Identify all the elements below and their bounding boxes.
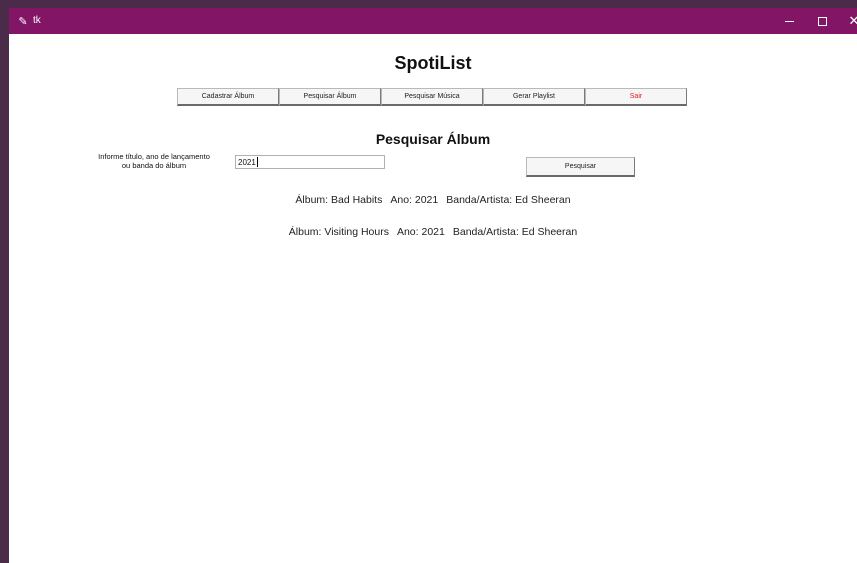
pesquisar-musica-button[interactable]: Pesquisar Música	[381, 88, 483, 106]
close-button[interactable]: ✕	[839, 8, 857, 34]
result-row: Álbum: Bad Habits Ano: 2021 Banda/Artista:…	[9, 194, 857, 206]
section-title: Pesquisar Álbum	[375, 131, 491, 147]
close-icon: ✕	[848, 13, 857, 28]
title-bar: ✎ tk ✕	[9, 8, 857, 34]
result-artist: Banda/Artista: Ed Sheeran	[446, 194, 571, 206]
result-row: Álbum: Visiting Hours Ano: 2021 Banda/Arti…	[9, 226, 857, 238]
maximize-icon	[817, 16, 827, 26]
gerar-playlist-button[interactable]: Gerar Playlist	[483, 88, 585, 106]
app-window: ✎ tk ✕ SpotiList Cadastrar Álbum Pesquis…	[9, 8, 857, 563]
result-year: Ano: 2021	[390, 194, 439, 206]
window-title: tk	[33, 15, 41, 26]
app-title: SpotiList	[394, 53, 472, 73]
result-artist: Banda/Artista: Ed Sheeran	[452, 226, 578, 238]
nav-bar: Cadastrar Álbum Pesquisar Álbum Pesquisa…	[177, 88, 687, 108]
minimize-button[interactable]	[774, 8, 804, 34]
text-caret	[257, 157, 258, 167]
tk-feather-icon: ✎	[18, 15, 28, 28]
pesquisar-album-button[interactable]: Pesquisar Álbum	[279, 88, 381, 106]
result-year: Ano: 2021	[396, 226, 445, 238]
search-label: Informe título, ano de lançamento ou ban…	[79, 152, 229, 170]
search-button[interactable]: Pesquisar	[526, 157, 635, 177]
result-album: Álbum: Visiting Hours	[288, 226, 389, 238]
minimize-icon	[784, 20, 794, 22]
cadastrar-album-button[interactable]: Cadastrar Álbum	[177, 88, 279, 106]
result-album: Álbum: Bad Habits	[295, 194, 383, 206]
maximize-button[interactable]	[807, 8, 837, 34]
search-label-line2: ou banda do álbum	[121, 161, 187, 170]
search-label-line1: Informe título, ano de lançamento	[98, 152, 210, 161]
sair-button[interactable]: Sair	[585, 88, 687, 106]
